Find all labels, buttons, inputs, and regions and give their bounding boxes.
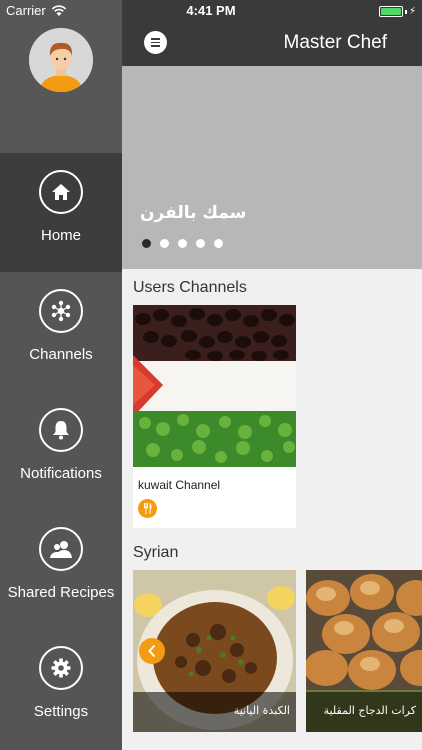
cutlery-icon: [138, 499, 157, 518]
page-indicator[interactable]: [142, 239, 223, 248]
menu-icon[interactable]: [144, 31, 167, 54]
sidebar-item-home[interactable]: Home: [0, 153, 122, 272]
app-title: Master Chef: [283, 32, 387, 53]
status-bar: Carrier 4:41 PM ⚡: [0, 0, 422, 22]
sidebar-item-channels[interactable]: Channels: [0, 272, 122, 391]
channel-card[interactable]: kuwait Channel: [133, 305, 296, 528]
recipe-tile[interactable]: كرات الدجاج المقلية: [306, 570, 422, 732]
user-avatar-icon: [29, 28, 93, 92]
bell-icon: [39, 408, 83, 452]
banner-slider[interactable]: سمك بالفرن: [122, 66, 422, 269]
clock: 4:41 PM: [186, 3, 236, 18]
channel-name: kuwait Channel: [138, 478, 221, 492]
page-dot[interactable]: [178, 239, 187, 248]
sidebar-item-label: Channels: [29, 346, 93, 363]
section-title-users-channels: Users Channels: [133, 279, 247, 296]
recipe-caption: الكبدة اليانية: [133, 692, 296, 732]
sidebar-item-label: Notifications: [20, 465, 102, 482]
main-content: Master Chef سمك بالفرن Users Channels ku…: [122, 0, 422, 750]
sidebar-item-shared-recipes[interactable]: Shared Recipes: [0, 510, 122, 629]
sidebar-item-label: Shared Recipes: [7, 584, 115, 601]
page-dot[interactable]: [196, 239, 205, 248]
banner-caption: سمك بالفرن: [140, 203, 247, 223]
home-icon: [39, 170, 83, 214]
sidebar: Home Channels Notifications Shared Recip…: [0, 0, 122, 750]
recipe-caption: كرات الدجاج المقلية: [306, 692, 422, 732]
sidebar-item-notifications[interactable]: Notifications: [0, 391, 122, 510]
section-title-syrian: Syrian: [133, 544, 179, 561]
page-dot[interactable]: [142, 239, 151, 248]
gear-icon: [39, 646, 83, 690]
profile-area: [0, 0, 122, 153]
channel-image: [133, 305, 296, 467]
sidebar-item-label: Settings: [33, 703, 89, 720]
chevron-left-icon[interactable]: [139, 638, 165, 664]
sidebar-item-settings[interactable]: Settings: [0, 629, 122, 748]
channels-icon: [39, 289, 83, 333]
charging-icon: ⚡: [408, 6, 416, 17]
page-dot[interactable]: [214, 239, 223, 248]
shared-users-icon: [39, 527, 83, 571]
sidebar-item-label: Home: [40, 227, 81, 244]
page-dot[interactable]: [160, 239, 169, 248]
avatar[interactable]: [29, 28, 93, 92]
battery-icon: ⚡: [378, 6, 416, 17]
